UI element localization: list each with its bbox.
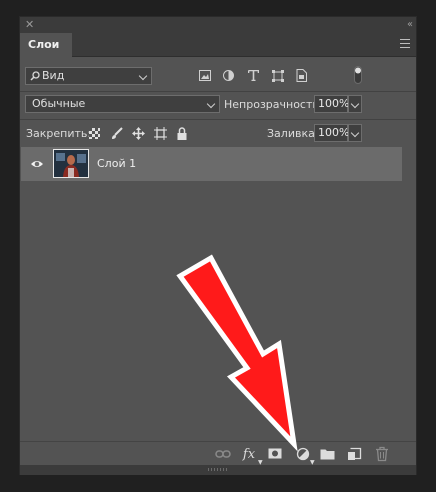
annotation-arrow xyxy=(176,254,298,452)
